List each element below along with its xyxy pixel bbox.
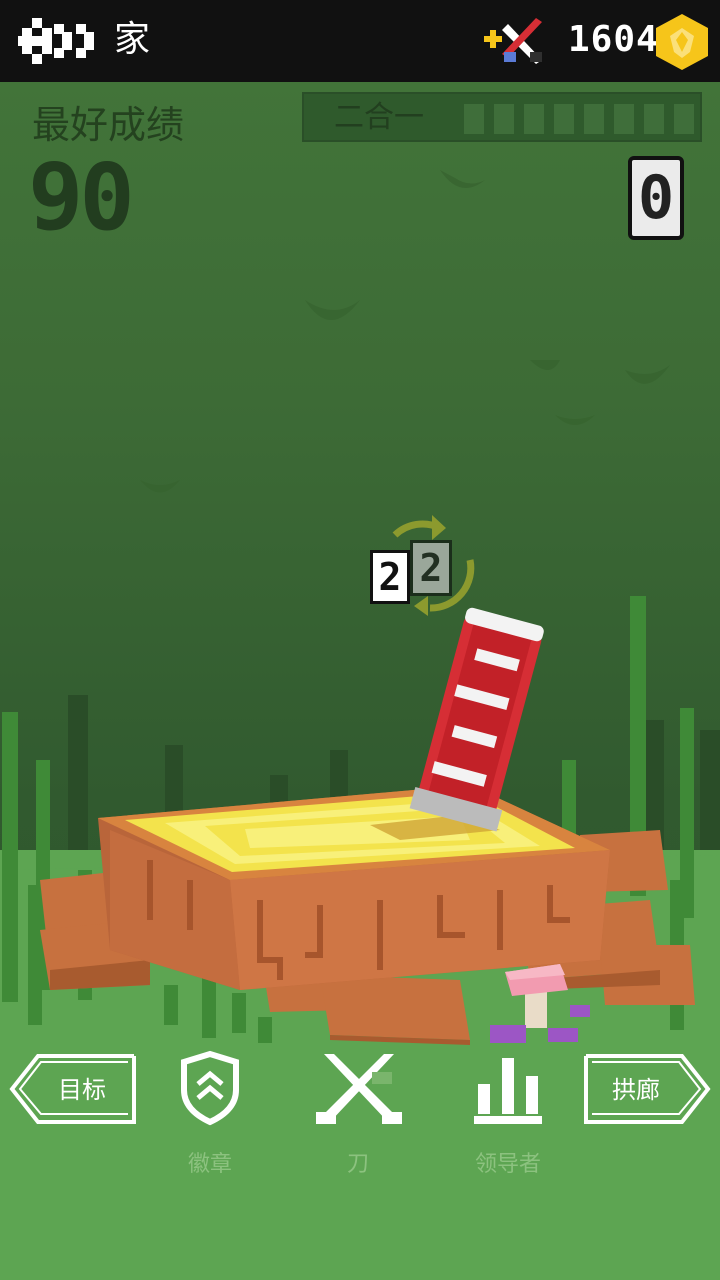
combo-label: 二合一 (334, 100, 424, 135)
combo-segment (644, 104, 664, 134)
crossed-knives-icon (316, 1054, 402, 1124)
best-score-label: 最好成绩 (32, 103, 185, 147)
combo-meter: 二合一 (302, 92, 702, 142)
current-score: 0 (637, 163, 675, 233)
combo-segment (524, 104, 544, 134)
combo-segment (494, 104, 514, 134)
combo-segment (614, 104, 634, 134)
knife-shop-button[interactable] (482, 16, 548, 66)
coin-count: 1604 (568, 19, 659, 60)
coin-icon (654, 12, 710, 72)
leaders-button[interactable]: 领导者 (448, 1050, 568, 1180)
badges-button[interactable]: 徽章 (150, 1050, 270, 1180)
combo-segment (584, 104, 604, 134)
best-score-value: 90 (28, 144, 135, 251)
back-arrow-icon (18, 18, 94, 64)
top-bar: 家 1604 (0, 0, 720, 82)
shield-badge-icon (181, 1050, 239, 1126)
combo-segment (554, 104, 574, 134)
hit-counter-back: 2 (410, 540, 452, 596)
goals-button[interactable]: 目标 (8, 1052, 136, 1126)
knives-label: 刀 (346, 1152, 369, 1177)
arcade-button[interactable]: 拱廊 (584, 1052, 712, 1126)
leaders-label: 领导者 (474, 1152, 541, 1177)
knives-button[interactable]: 刀 (298, 1050, 418, 1180)
hit-counter-front: 2 (370, 550, 410, 604)
hit-counter-back-digit: 2 (419, 546, 443, 590)
arcade-label: 拱廊 (612, 1076, 660, 1104)
knife-shop-icon (484, 18, 542, 64)
combo-segment (464, 104, 484, 134)
back-button[interactable] (18, 14, 98, 68)
badges-label: 徽章 (187, 1152, 232, 1177)
home-label: 家 (114, 19, 151, 60)
goals-label: 目标 (58, 1076, 106, 1104)
bar-chart-icon (474, 1058, 542, 1124)
combo-segment (674, 104, 694, 134)
hit-counter-front-digit: 2 (378, 555, 402, 599)
current-score-box: 0 (628, 156, 684, 240)
